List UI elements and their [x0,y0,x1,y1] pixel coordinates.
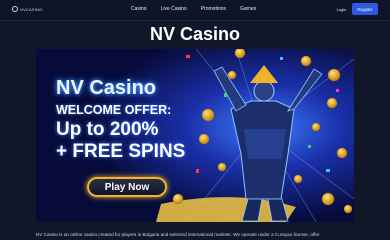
nav-link-promotions[interactable]: Promotions [201,6,226,12]
nav-link-live-casino[interactable]: Live Casino [161,6,187,12]
logo-text: NVCASINO [20,6,43,12]
promo-banner[interactable]: NV Casino WELCOME OFFER: Up to 200% + FR… [36,49,354,222]
site-logo[interactable]: NVCASINO [12,6,43,12]
intro-text: NV Casino is an online casino created fo… [36,232,320,237]
nav-link-games[interactable]: Games [240,6,256,12]
banner-offer-line: WELCOME OFFER: [56,103,172,117]
banner-brand: NV Casino [56,77,157,99]
nav-link-casino[interactable]: Casino [131,6,147,12]
play-now-button[interactable]: Play Now [87,177,167,197]
register-button[interactable]: Register [352,3,378,15]
login-button[interactable]: Login [334,5,349,14]
top-navbar: NVCASINO Casino Live Casino Promotions G… [0,0,390,21]
main-menu: Casino Live Casino Promotions Games [131,6,256,12]
page-title: NV Casino [149,24,241,44]
logo-icon [12,6,18,12]
banner-spins-line: + FREE SPINS [56,141,186,162]
banner-amount-line: Up to 200% [56,119,159,140]
